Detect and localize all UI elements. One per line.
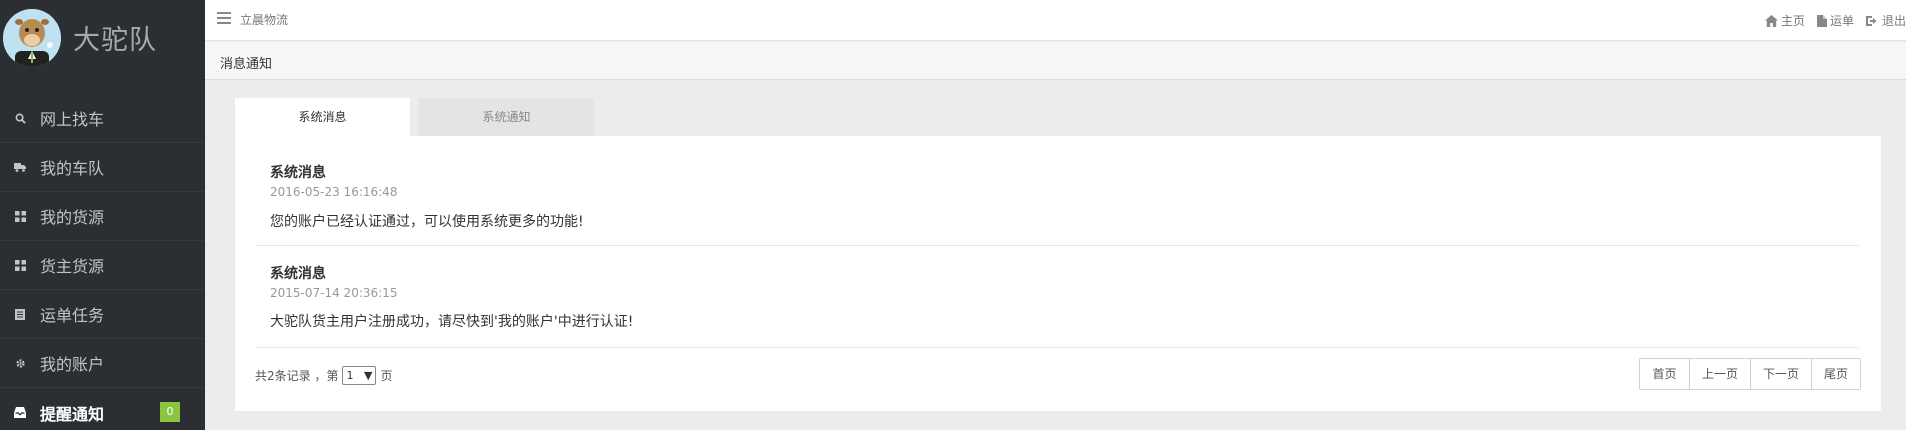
sidebar-item-label: 运单任务 [40,306,105,325]
list-item[interactable]: 系统消息 2016-05-23 16:16:48 您的账户已经认证通过，可以使用… [255,136,1859,246]
waybill-link[interactable]: 运单 [1816,12,1854,29]
document-icon [1816,14,1827,27]
sidebar-item-my-account[interactable]: 我的账户 [0,339,205,388]
truck-icon [14,161,26,173]
company-name: 立晨物流 [240,13,289,27]
list-icon [14,308,26,320]
message-body: 您的账户已经认证通过，可以使用系统更多的功能! [270,214,584,230]
home-link-label: 主页 [1780,14,1805,28]
message-time: 2016-05-23 16:16:48 [270,185,398,199]
logout-link-label: 退出 [1881,14,1906,28]
message-title: 系统消息 [270,266,326,282]
top-links: 主页 运单 退出 [1753,12,1906,29]
tab-system-messages[interactable]: 系统消息 [235,98,410,136]
last-page-button[interactable]: 尾页 [1811,359,1860,389]
sidebar-item-my-fleet[interactable]: 我的车队 [0,143,205,192]
brand-name: 大驼队 [73,25,157,56]
sidebar-item-notifications[interactable]: 提醒通知 0 [0,388,205,430]
page-title: 消息通知 [220,57,273,72]
inbox-icon [14,407,26,419]
grid-icon [14,210,26,222]
gear-icon [14,357,26,369]
sidebar-item-label: 我的账户 [40,355,105,374]
pagination-summary-prefix: 共2条记录 ，第 [255,369,339,383]
pagination: 首页 上一页 下一页 尾页 [1639,358,1861,390]
sidebar-item-my-cargo[interactable]: 我的货源 [0,192,205,241]
brand[interactable]: 大驼队 [0,0,205,75]
prev-page-button[interactable]: 上一页 [1689,359,1750,389]
pagination-summary: 共2条记录 ，第 1 ▼ 页 [255,366,392,385]
sidebar-item-shipper-cargo[interactable]: 货主货源 [0,241,205,290]
messages-panel: 系统消息 2016-05-23 16:16:48 您的账户已经认证通过，可以使用… [235,136,1881,411]
grid-icon [14,259,26,271]
sidebar-nav: 网上找车 我的车队 我的货源 货主货源 运单任务 我的账户 提醒通知 0 [0,94,205,430]
message-body: 大驼队货主用户注册成功，请尽快到'我的账户'中进行认证! [270,314,634,330]
page-number-value: 1 [346,369,354,382]
chevron-down-icon: ▼ [363,369,373,382]
page-number-select[interactable]: 1 ▼ [342,366,377,385]
search-icon [14,112,26,124]
pagination-summary-suffix: 页 [380,369,393,383]
waybill-link-label: 运单 [1829,14,1854,28]
sidebar-item-label: 货主货源 [40,257,105,276]
message-time: 2015-07-14 20:36:15 [270,286,398,300]
sidebar-item-find-vehicle[interactable]: 网上找车 [0,94,205,143]
logout-icon [1865,15,1877,26]
first-page-button[interactable]: 首页 [1640,359,1689,389]
logout-link[interactable]: 退出 [1865,12,1906,29]
sidebar-item-label: 网上找车 [40,110,105,129]
next-page-button[interactable]: 下一页 [1750,359,1811,389]
sidebar-item-label: 我的货源 [40,208,105,227]
sidebar-item-label: 提醒通知 [40,404,105,424]
notification-count-badge: 0 [160,402,180,422]
menu-toggle-icon[interactable] [217,12,231,24]
home-icon [1764,14,1778,27]
home-link[interactable]: 主页 [1764,12,1805,29]
top-bar: 立晨物流 主页 运单 退出 [205,0,1906,41]
sidebar: 大驼队 网上找车 我的车队 我的货源 货主货源 运单任务 我的账户 提醒通知 0 [0,0,205,430]
camel-avatar-icon [3,8,61,67]
list-item[interactable]: 系统消息 2015-07-14 20:36:15 大驼队货主用户注册成功，请尽快… [255,247,1859,348]
message-tabs: 系统消息 系统通知 [235,98,603,136]
message-title: 系统消息 [270,165,326,181]
sidebar-item-waybill-tasks[interactable]: 运单任务 [0,290,205,339]
page-header: 消息通知 [205,42,1906,80]
sidebar-item-label: 我的车队 [40,159,105,178]
tab-system-notices[interactable]: 系统通知 [419,98,594,136]
